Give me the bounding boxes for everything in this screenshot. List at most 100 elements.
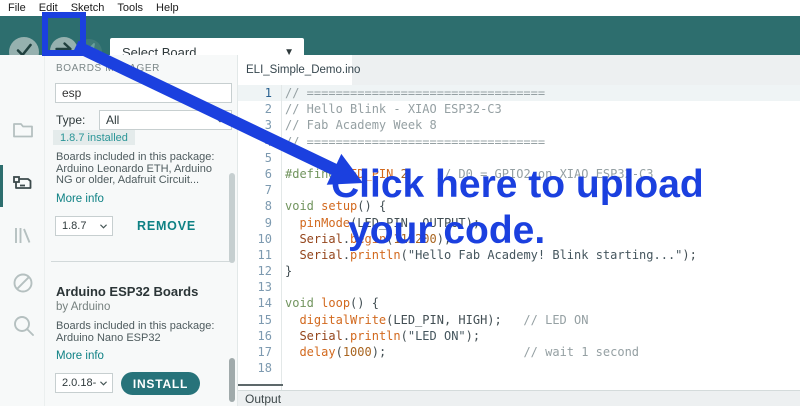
sidebar-item-library-manager[interactable] [11,223,35,247]
code-line-6[interactable]: 6 #define LED_PIN 2 // D0 = GPIO2 on XIAO… [238,166,800,182]
type-filter-dropdown[interactable]: All [99,110,232,130]
output-panel-header[interactable]: Output [238,390,800,406]
code-line-16[interactable]: 16 Serial.println("LED ON"); [238,328,800,344]
package1-description: Boards included in this package: Arduino … [56,151,215,187]
package2-description: Boards included in this package: Arduino … [56,320,215,344]
package1-version-value: 1.8.7 [62,220,87,232]
code-text: Serial.println("Hello Fab Academy! Blink… [299,247,697,262]
boards-search-input[interactable] [55,83,232,103]
code-line-4[interactable]: 4 // ================================= [238,134,800,150]
sidebar-item-debug[interactable] [11,271,35,295]
code-line-2[interactable]: 2 // Hello Blink - XIAO ESP32-C3 [238,101,800,117]
package1-version-dropdown[interactable]: 1.8.7 [55,216,113,236]
active-tab-indicator [0,165,3,207]
panel-scrollbar-thumb-lower[interactable] [229,358,235,402]
description-line: NG or older, Adafruit Circuit... [56,174,200,187]
code-line-8[interactable]: 8 void setup() { [238,198,800,214]
package2-version-value: 2.0.18- [62,377,97,389]
menu-item-tools[interactable]: Tools [117,0,143,16]
panel-title: BOARDS MANAGER [56,63,160,74]
menu-item-help[interactable]: Help [156,0,179,16]
remove-button[interactable]: REMOVE [137,219,196,233]
code-line-7[interactable]: 7 [238,182,800,198]
type-filter-value: All [106,113,120,127]
package2-version-dropdown[interactable]: 2.0.18- [55,373,113,393]
activity-sidebar [0,55,45,406]
code-text: Serial.println("LED ON"); [299,328,481,343]
circle-slash-icon [11,273,35,299]
line-number: 3 [264,118,272,133]
code-text: delay(1000); // wait 1 second [299,345,640,359]
code-line-13[interactable]: 13 [238,279,800,295]
type-label: Type: [56,113,86,127]
code-line-3[interactable]: 3 // Fab Academy Week 8 [238,117,800,133]
line-number: 1 [264,86,272,100]
code-text: // Hello Blink - XIAO ESP32-C3 [285,102,502,117]
package2-name: Arduino ESP32 Boards [56,284,199,299]
chevron-down-icon [100,223,107,229]
search-icon [11,316,37,343]
code-line-14[interactable]: 14 void loop() { [238,295,800,311]
code-line-10[interactable]: 10 Serial.begin(115200); [238,231,800,247]
sidebar-item-search[interactable] [11,313,35,337]
package2-more-info-link[interactable]: More info [56,350,104,362]
code-text: #define LED_PIN 2 // D0 = GPIO2 on XIAO … [285,166,654,181]
line-number: 8 [264,199,272,214]
line-number: 10 [257,231,272,246]
boards-manager-panel: BOARDS MANAGER Type: All 1.8.7 installed… [45,55,238,406]
code-line-11[interactable]: 11 Serial.println("Hello Fab Academy! Bl… [238,247,800,263]
gutter-separator [281,85,282,390]
line-number: 14 [257,296,272,311]
menu-bar: File Edit Sketch Tools Help [0,0,800,16]
line-number: 17 [257,345,272,359]
output-panel-title: Output [245,391,282,406]
menu-item-edit[interactable]: Edit [39,0,58,16]
microcontroller-board-icon [11,176,35,199]
line-number: 2 [264,102,272,117]
code-line-18[interactable]: 18 [238,360,800,376]
line-number: 6 [264,166,272,181]
menu-item-sketch[interactable]: Sketch [71,0,105,16]
code-line-15[interactable]: 15 digitalWrite(LED_PIN, HIGH); // LED O… [238,312,800,328]
code-text: // Fab Academy Week 8 [285,118,437,133]
type-filter-row: Type: All [56,110,232,130]
code-text: // ================================= [285,134,546,149]
code-line-5[interactable]: 5 [238,150,800,166]
description-line: Arduino Nano ESP32 [56,331,161,344]
line-number: 7 [264,183,272,198]
line-number: 5 [264,150,272,165]
chevron-down-icon [100,380,107,386]
line-number: 18 [257,361,272,376]
sidebar-item-sketchbook[interactable] [11,118,35,142]
description-line: Boards included in this package: [56,320,215,332]
chevron-down-icon [216,117,224,123]
gutter-end-line [238,384,283,386]
code-line-17[interactable]: 17 delay(1000); // wait 1 second [238,344,800,360]
install-button[interactable]: INSTALL [121,372,200,395]
books-icon [11,228,35,251]
description-line: Boards included in this package: [56,151,215,163]
package-divider [51,261,232,262]
panel-scrollbar-thumb[interactable] [229,173,235,263]
code-line-12[interactable]: 12} [238,263,800,279]
package1-more-info-link[interactable]: More info [56,193,104,205]
code-editor[interactable]: ELI_Simple_Demo.ino 1 // ================… [238,55,800,390]
menu-item-file[interactable]: File [8,0,26,16]
code-area[interactable]: 1 // ================================= 2 //… [238,85,800,390]
folder-icon [11,123,35,146]
code-line-9[interactable]: 9 pinMode(LED_PIN, OUTPUT); [238,215,800,231]
line-number: 13 [257,280,272,295]
package2-author: by Arduino [56,301,111,313]
tab-sketch-file[interactable]: ELI_Simple_Demo.ino [238,55,360,85]
code-text: } [285,264,293,279]
code-text: pinMode(LED_PIN, OUTPUT); [299,215,481,230]
editor-tab-bar: ELI_Simple_Demo.ino [238,55,800,85]
line-number: 16 [257,328,272,343]
code-line-1[interactable]: 1 // ================================= [238,85,800,102]
sidebar-item-boards-manager[interactable] [11,171,35,195]
line-number: 9 [264,215,272,230]
